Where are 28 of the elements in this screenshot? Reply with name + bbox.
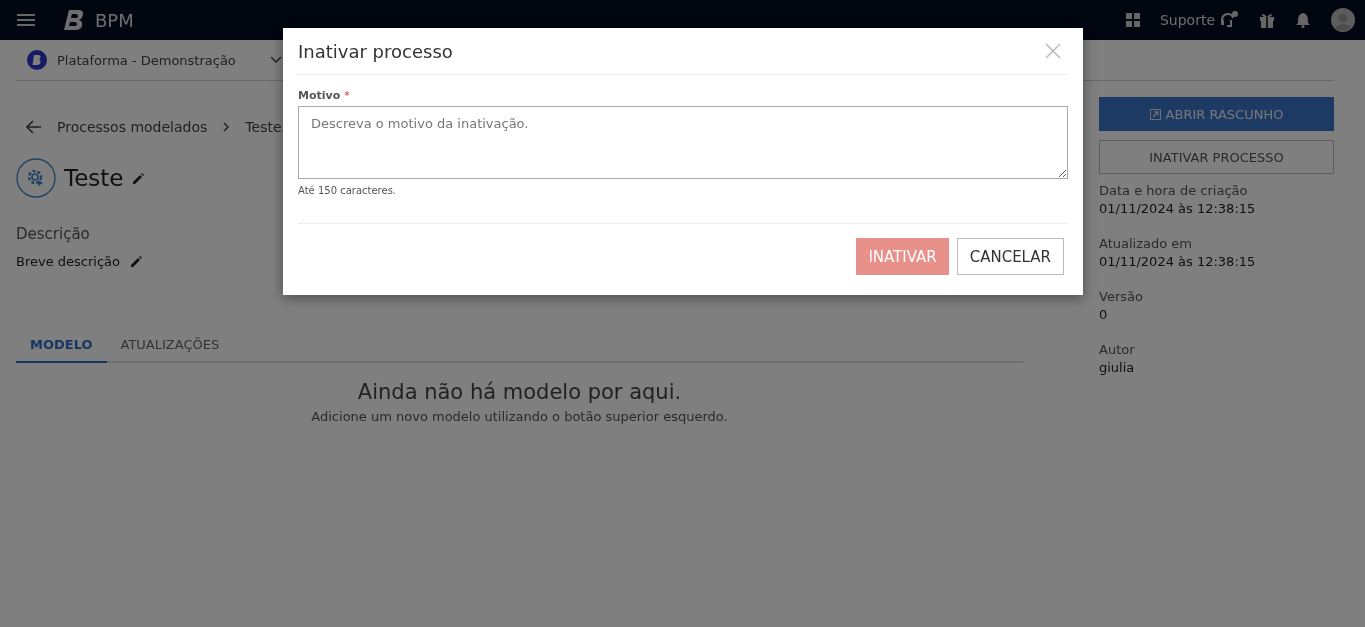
detail-label: Data e hora de criação [1099,183,1249,198]
detail-label: Versão [1099,289,1144,304]
process-title: Teste [64,165,124,191]
detail-label: Atualizado em [1099,236,1193,251]
reason-field[interactable]: Descreva o motivo da inativação. [298,106,1068,179]
detail-value: 0 [1099,307,1109,322]
tab[interactable]: ATUALIZAÇÕES [106,329,234,363]
description-text: Breve descrição [16,254,120,269]
empty-state-title: Ainda não há modelo por aqui. [356,380,683,404]
open-draft-button[interactable]: ABRIR RASCUNHO [1099,97,1334,131]
detail-value: 01/11/2024 às 12:38:15 [1099,254,1257,269]
field-hint: Até 150 caracteres. [298,185,398,196]
workspace-selector[interactable]: Plataforma - Demonstração [27,50,282,70]
inactivate-button[interactable]: INATIVAR PROCESSO [1099,140,1334,174]
field-label: Motivo [298,89,341,102]
support-button[interactable]: Suporte [1159,11,1239,29]
breadcrumb-link[interactable]: Processos modelados [57,119,208,135]
breadcrumb-link[interactable]: Teste [245,119,282,135]
detail-value: giulia [1099,360,1136,375]
detail-label: Autor [1099,342,1136,357]
required-mark: * [344,89,350,102]
tab[interactable]: MODELO [16,329,107,363]
empty-state-hint: Adicione um novo modelo utilizando o botão superior esquerdo. [310,409,729,424]
cancel-button[interactable]: CANCELAR [956,238,1064,275]
description-label: Descrição [16,225,91,243]
detail-value: 01/11/2024 às 12:38:15 [1099,201,1257,216]
modal-title: Inativar processo [298,40,453,62]
app-name: BPM [95,9,134,31]
